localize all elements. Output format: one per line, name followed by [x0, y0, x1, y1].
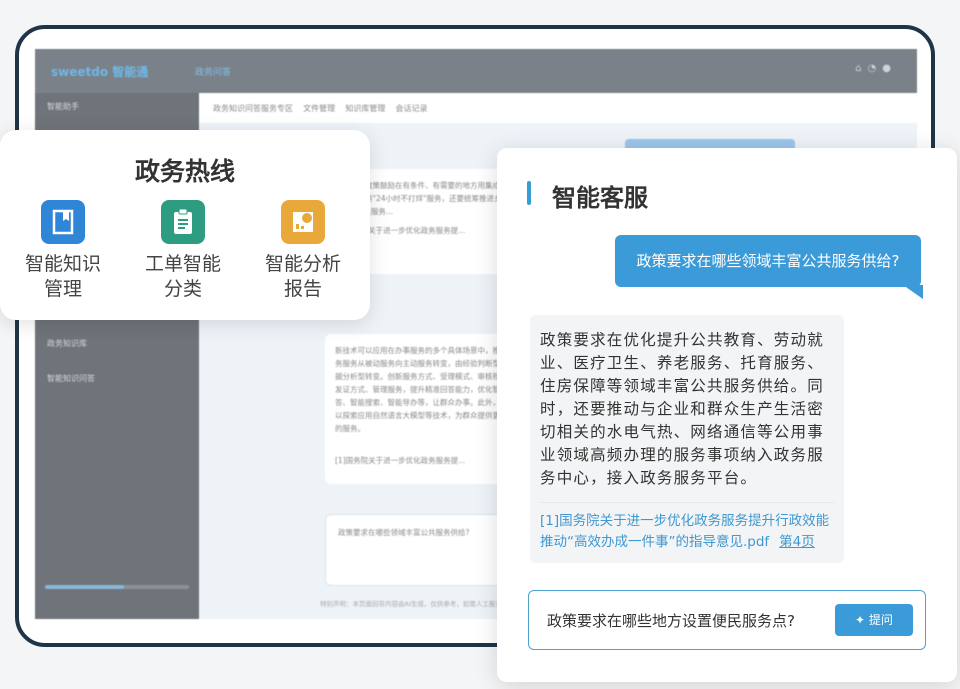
feature-report[interactable]: 智能分析 报告	[248, 200, 358, 302]
question-input-box[interactable]: 政策要求在哪些地方设置便民服务点? ✦ 提问	[528, 590, 926, 650]
feature-label: 管理	[43, 278, 82, 300]
hotline-card: 政务热线 智能知识 管理 工单智能 分类 智能分析 报告	[0, 130, 370, 320]
top-nav-item[interactable]: 政务问答	[195, 65, 231, 78]
reference: [1]国务院关于进一步优化政务服务提升行政效能推动“高效办成一件事”的指导意见.…	[540, 511, 834, 553]
chart-report-icon	[281, 200, 325, 244]
tab-bar: 政务知识问答服务专区 文件管理 知识库管理 会话记录	[199, 93, 917, 123]
tab[interactable]: 知识库管理	[345, 104, 385, 113]
bot-message: 政策要求在优化提升公共教育、劳动就业、医疗卫生、养老服务、托育服务、住房保障等领…	[530, 315, 844, 563]
feature-label: 智能知识	[24, 253, 101, 275]
book-icon	[41, 200, 85, 244]
feature-label: 智能分析	[264, 253, 341, 275]
feature-label: 工单智能	[144, 253, 221, 275]
sidebar-item[interactable]: 智能知识问答	[35, 365, 199, 392]
sidebar-item[interactable]: 智能助手	[35, 93, 199, 120]
tab[interactable]: 政务知识问答服务专区	[213, 104, 293, 113]
feature-knowledge[interactable]: 智能知识 管理	[8, 200, 118, 302]
card-title: 智能客服	[552, 184, 648, 212]
tab[interactable]: 文件管理	[303, 104, 335, 113]
feature-label: 分类	[163, 278, 202, 300]
ask-button-label: 提问	[868, 613, 893, 627]
ask-button[interactable]: ✦ 提问	[835, 604, 913, 636]
feature-label: 报告	[283, 278, 322, 300]
answer-text: 政策要求在优化提升公共教育、劳动就业、医疗卫生、养老服务、托育服务、住房保障等领…	[540, 329, 834, 503]
title-accent-bar	[527, 181, 531, 205]
clipboard-icon	[161, 200, 205, 244]
answer-text: 新技术可以应用在办事服务的多个具体场景中，推动政务服务从被动服务向主动服务转变，…	[335, 346, 515, 433]
usage-bar	[45, 585, 189, 589]
smart-service-card: 智能客服 政策要求在哪些领域丰富公共服务供给? 政策要求在优化提升公共教育、劳动…	[497, 148, 957, 682]
user-message: 政策要求在哪些领域丰富公共服务供给?	[615, 235, 923, 299]
header-icons[interactable]: ⌂◔●	[855, 63, 897, 74]
question-input[interactable]: 政策要求在哪些地方设置便民服务点?	[547, 610, 795, 631]
sidebar-item[interactable]: 政务知识库	[35, 330, 199, 357]
reference-page-link[interactable]: 第4页	[779, 534, 815, 550]
sparkle-icon: ✦	[855, 613, 869, 627]
reference-link[interactable]: [1]国务院关于进一步优化政务服务提...	[335, 454, 515, 467]
answer-card: 新技术可以应用在办事服务的多个具体场景中，推动政务服务从被动服务向主动服务转变，…	[325, 334, 525, 484]
feature-ticket[interactable]: 工单智能 分类	[128, 200, 238, 302]
card-title: 政务热线	[134, 157, 235, 186]
app-logo: sweetdo 智能通	[51, 65, 149, 79]
tab[interactable]: 会话记录	[396, 104, 428, 113]
app-header: sweetdo 智能通 政务问答 ⌂◔●	[35, 49, 917, 93]
